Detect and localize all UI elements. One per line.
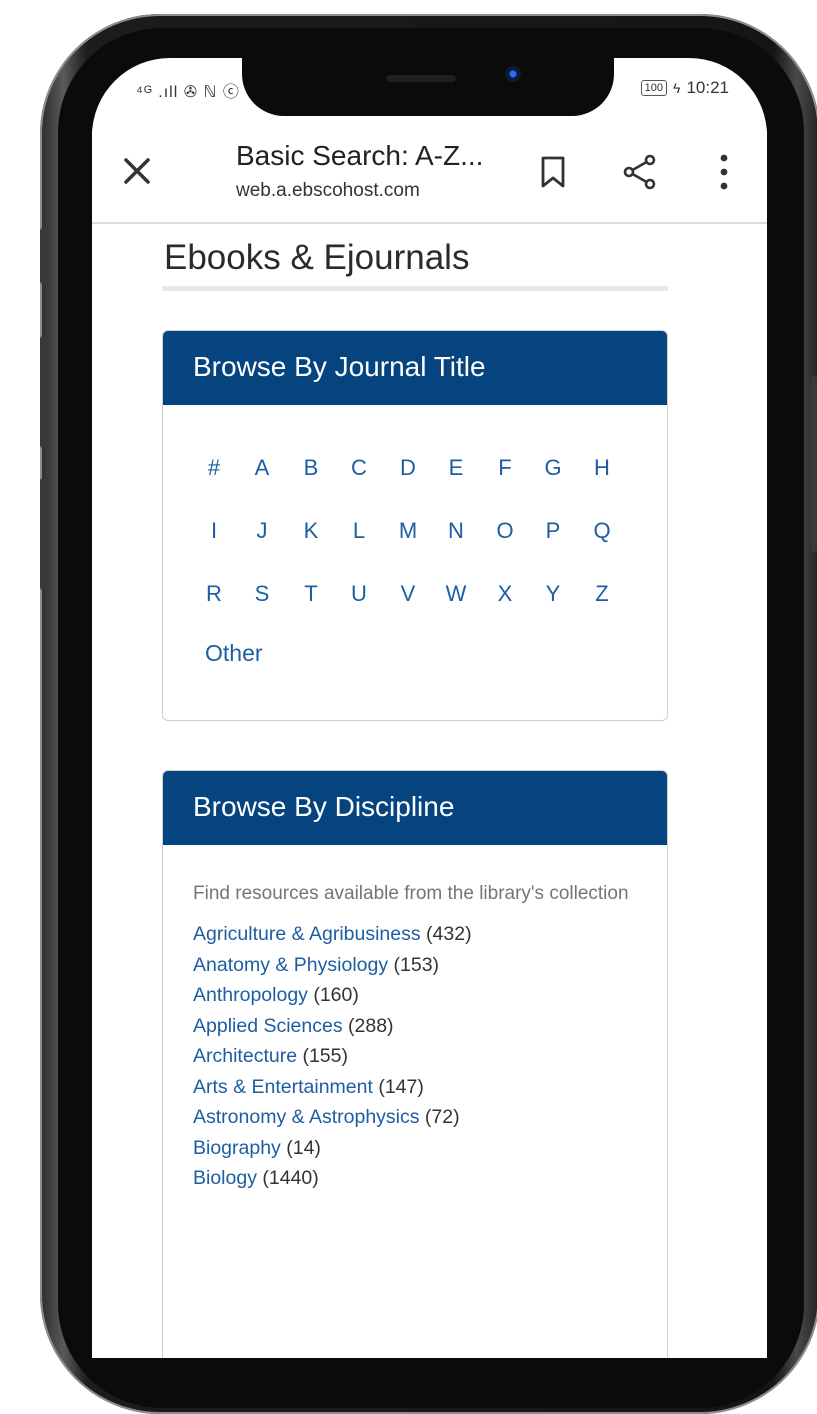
bookmark-icon[interactable] [540,156,566,188]
speaker-grille [386,75,456,82]
az-letter-grid: Other # A B C D E F G H I J K L M N O P Q R S T U V W X Y Z [163,405,667,719]
az-link-t[interactable]: T [296,581,326,607]
az-link-k[interactable]: K [296,518,326,544]
discipline-item: Architecture (155) [193,1041,637,1072]
power-button [811,376,817,552]
az-link-b[interactable]: B [296,455,326,481]
discipline-link[interactable]: Applied Sciences [193,1015,343,1037]
az-link-j[interactable]: J [247,518,277,544]
more-options-icon[interactable] [718,152,730,192]
discipline-item: Biography (14) [193,1133,637,1164]
az-link-y[interactable]: Y [538,581,568,607]
az-link-h[interactable]: H [587,455,617,481]
discipline-count: (153) [388,953,440,976]
close-icon[interactable] [120,154,154,188]
volume-button [40,228,46,284]
discipline-count: (1440) [256,1167,319,1189]
discipline-item: Biology (1440) [193,1163,637,1194]
discipline-link[interactable]: Agriculture & Agribusiness [193,923,421,945]
share-icon[interactable] [622,154,658,190]
discipline-count: (160) [307,984,359,1006]
discipline-item: Applied Sciences (288) [193,1011,637,1042]
discipline-count: (155) [297,1045,348,1067]
az-link-e[interactable]: E [441,455,471,481]
discipline-link[interactable]: Arts & Entertainment [193,1076,373,1098]
az-link-u[interactable]: U [344,581,374,607]
az-link-n[interactable]: N [441,518,471,544]
az-link-x[interactable]: X [490,581,520,607]
az-link-other[interactable]: Other [205,640,263,667]
discipline-count: (432) [420,923,472,945]
charging-icon: ϟ [673,80,681,96]
discipline-link[interactable]: Biography [193,1137,281,1159]
page-title: Ebooks & Ejournals [164,238,470,277]
az-link-hash[interactable]: # [199,455,229,481]
az-link-c[interactable]: C [344,455,374,481]
discipline-count: (147) [372,1075,424,1098]
front-camera-icon [505,66,521,82]
az-link-p[interactable]: P [538,518,568,544]
az-link-d[interactable]: D [393,455,423,481]
browser-toolbar: Basic Search: A-Z... web.a.ebscohost.com [92,128,767,224]
battery-icon: 100 [640,80,668,96]
discipline-list: Find resources available from the librar… [163,845,667,1194]
discipline-link[interactable]: Astronomy & Astrophysics [193,1106,420,1128]
status-icons-left: ⁴ᴳ .ıll ✇ ℕ ⓒ [136,84,240,101]
browse-by-discipline-card: Browse By Discipline Find resources avai… [162,770,668,1358]
az-link-o[interactable]: O [490,518,520,544]
az-link-f[interactable]: F [490,455,520,481]
browse-by-title-card: Browse By Journal Title Other # A B C D E F G H I… [162,330,668,721]
notch [242,58,614,116]
phone-screen: ⁴ᴳ .ıll ✇ ℕ ⓒ 100 ϟ 10:21 Basic Search: … [92,58,767,1358]
az-link-l[interactable]: L [344,518,374,544]
discipline-item: Arts & Entertainment (147) [193,1072,637,1103]
discipline-link[interactable]: Anatomy & Physiology [193,954,388,976]
az-link-v[interactable]: V [393,581,423,607]
browse-by-discipline-header: Browse By Discipline [163,771,667,845]
clock: 10:21 [686,78,729,97]
az-link-s[interactable]: S [247,581,277,607]
discipline-count: (288) [342,1014,394,1037]
az-link-a[interactable]: A [247,455,277,481]
browser-page-title: Basic Search: A-Z... [236,140,484,171]
discipline-count: (72) [419,1106,460,1128]
discipline-intro-text: Find resources available from the librar… [193,883,629,904]
discipline-item: Astronomy & Astrophysics (72) [193,1102,637,1133]
title-divider [162,286,668,291]
discipline-link[interactable]: Architecture [193,1045,297,1067]
browse-by-title-header: Browse By Journal Title [163,331,667,405]
discipline-item: Anatomy & Physiology (153) [193,950,637,981]
az-link-i[interactable]: I [199,518,229,544]
status-icons-right: 100 ϟ 10:21 [640,78,729,98]
az-link-z[interactable]: Z [587,581,617,607]
discipline-count: (14) [280,1136,321,1159]
az-link-m[interactable]: M [393,518,423,544]
volume-down-button [40,478,46,590]
discipline-item: Agriculture & Agribusiness (432) [193,919,637,950]
discipline-link[interactable]: Biology [193,1167,257,1189]
az-link-r[interactable]: R [199,581,229,607]
discipline-link[interactable]: Anthropology [193,984,308,1006]
az-link-w[interactable]: W [441,581,471,607]
az-link-q[interactable]: Q [587,518,617,544]
volume-up-button [40,336,46,448]
browser-url[interactable]: web.a.ebscohost.com [236,180,420,202]
discipline-item: Anthropology (160) [193,980,637,1011]
az-link-g[interactable]: G [538,455,568,481]
